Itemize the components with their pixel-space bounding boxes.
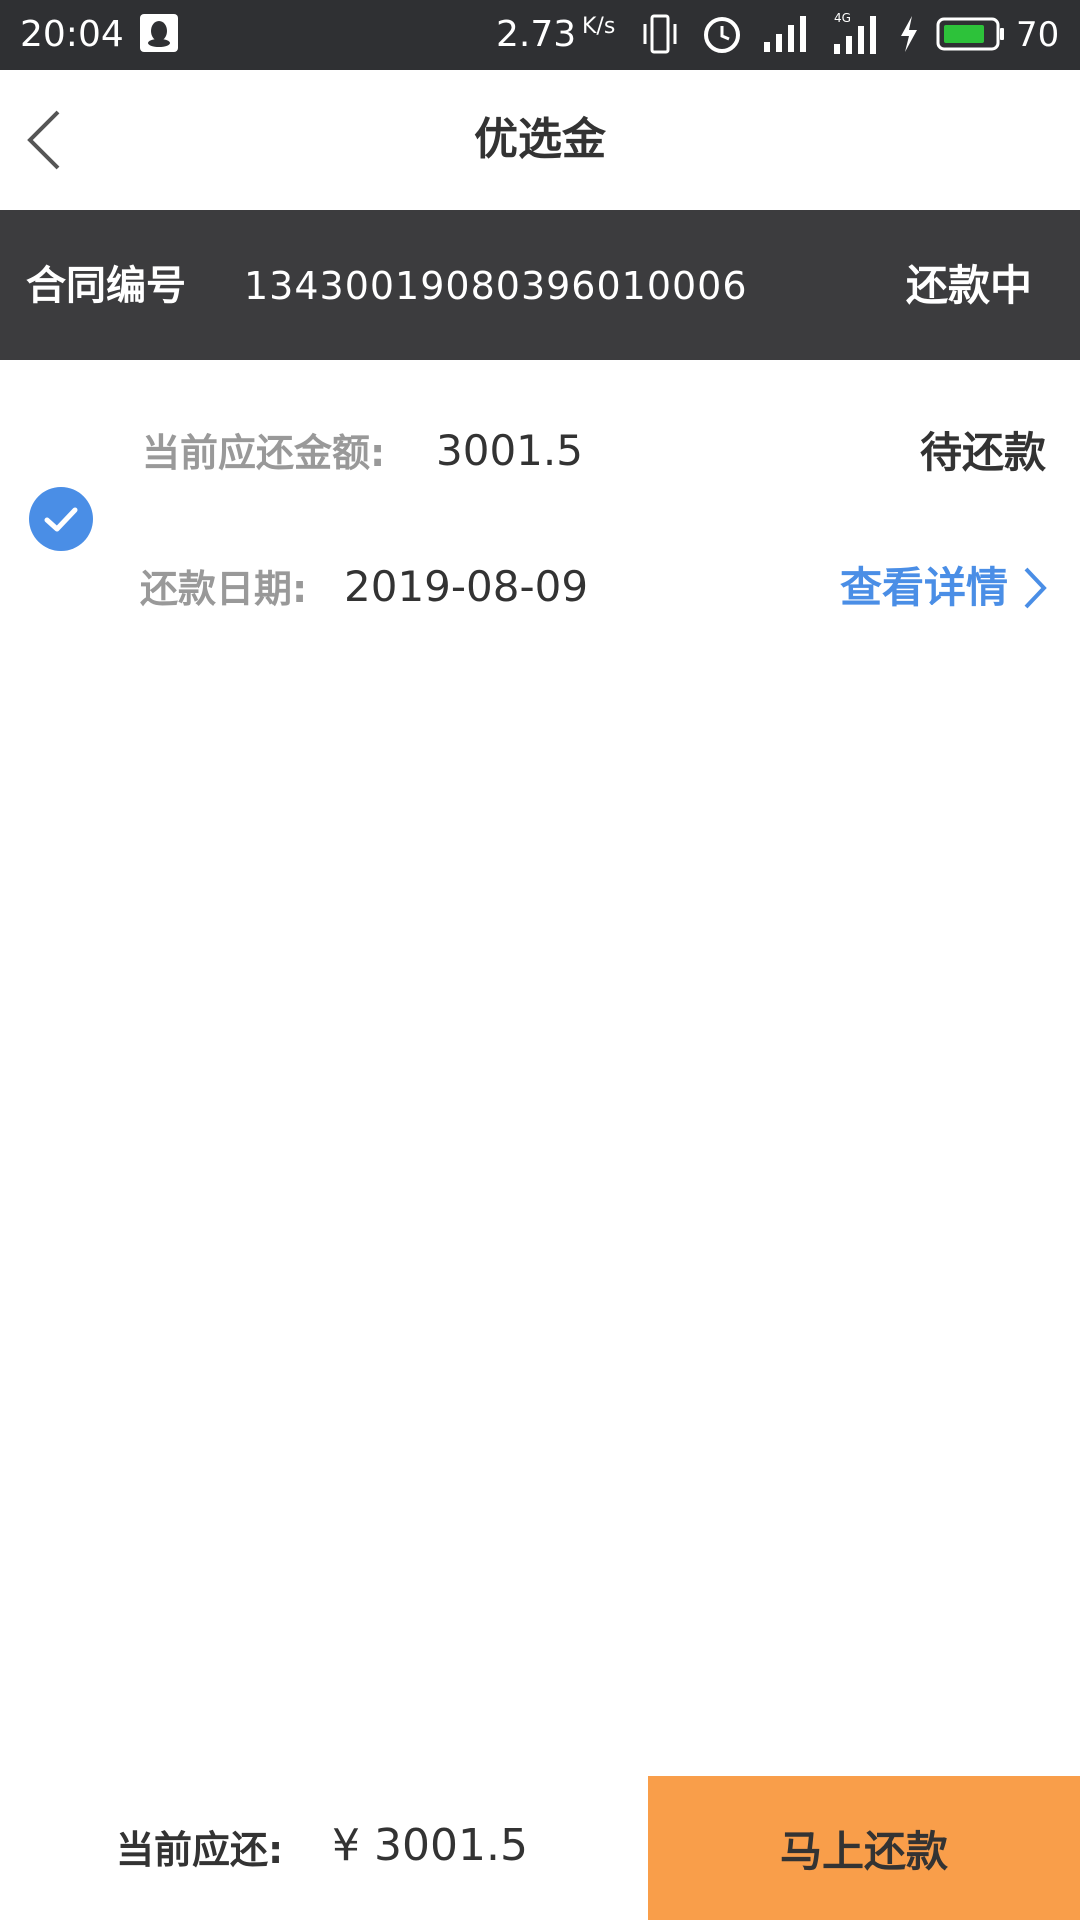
charging-icon [898, 14, 920, 54]
network-speed-unit: K/s [582, 14, 616, 39]
svg-text:4G: 4G [834, 11, 851, 25]
qq-notification-icon [140, 14, 178, 52]
chevron-right-icon [1024, 567, 1047, 609]
repayment-item[interactable]: 当前应还金额: 3001.5 待还款 还款日期: 2019-08-09 查看详情 [0, 360, 1080, 660]
network-speed: 2.73 [496, 14, 577, 55]
repayment-status: 待还款 [919, 428, 1046, 477]
amount-due-label: 当前应还金额: [142, 431, 386, 475]
contract-status: 还款中 [905, 261, 1032, 310]
alarm-icon [700, 12, 744, 56]
vibrate-icon [640, 12, 680, 56]
battery-icon [936, 16, 1006, 52]
contract-label: 合同编号 [26, 263, 186, 309]
bottom-bar: 当前应还: ¥ 3001.5 马上还款 [0, 1776, 1080, 1920]
app-screen: 20:04 2.73 K/s 4G 70 优选金 合同编号 1343001908… [0, 0, 1080, 1920]
checkbox-checked-icon[interactable] [28, 486, 94, 552]
status-bar: 20:04 2.73 K/s 4G 70 [0, 0, 1080, 70]
nav-header: 优选金 [0, 70, 1080, 210]
contract-number: 13430019080396010006 [244, 264, 748, 308]
page-title: 优选金 [474, 114, 606, 165]
status-time: 20:04 [20, 14, 124, 55]
mobile-data-signal-icon: 4G [832, 10, 884, 56]
battery-level: 70 [1016, 15, 1060, 55]
due-date-value: 2019-08-09 [344, 562, 589, 611]
total-due-amount: ¥ 3001.5 [332, 1820, 528, 1871]
due-date-label: 还款日期: [140, 567, 308, 611]
view-details-label: 查看详情 [839, 563, 1008, 612]
signal-strength-icon [762, 14, 812, 54]
total-due-label: 当前应还: [116, 1828, 284, 1872]
pay-now-button[interactable]: 马上还款 [648, 1776, 1080, 1920]
contract-bar: 合同编号 13430019080396010006 还款中 [0, 210, 1080, 360]
amount-due-value: 3001.5 [436, 426, 583, 475]
view-details-link[interactable]: 查看详情 [840, 558, 1050, 618]
